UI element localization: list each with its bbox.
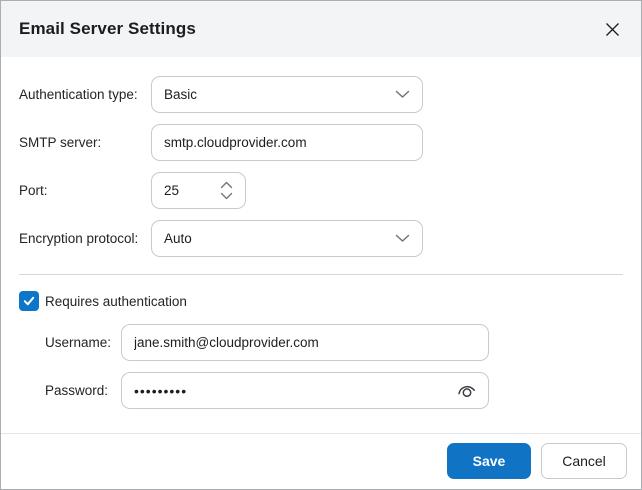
password-field-wrap xyxy=(121,372,489,409)
encryption-select[interactable]: Auto xyxy=(151,220,423,257)
encryption-row: Encryption protocol: Auto xyxy=(19,220,623,257)
username-field-wrap xyxy=(121,324,489,361)
save-button[interactable]: Save xyxy=(447,443,531,479)
check-icon xyxy=(22,294,36,308)
dialog-body: Authentication type: Basic SMTP server: … xyxy=(1,57,641,433)
requires-auth-checkbox[interactable] xyxy=(19,291,39,311)
port-stepper[interactable]: 25 xyxy=(151,172,246,209)
password-label: Password: xyxy=(45,383,121,398)
smtp-server-row: SMTP server: xyxy=(19,124,623,161)
dialog-header: Email Server Settings xyxy=(1,1,641,57)
encryption-label: Encryption protocol: xyxy=(19,231,151,246)
chevron-up-icon[interactable] xyxy=(220,181,233,189)
password-row: Password: xyxy=(45,372,623,409)
close-button[interactable] xyxy=(601,18,623,40)
smtp-server-input[interactable] xyxy=(152,125,422,160)
cancel-button[interactable]: Cancel xyxy=(541,443,627,479)
auth-type-select[interactable]: Basic xyxy=(151,76,423,113)
close-icon xyxy=(605,22,620,37)
requires-auth-row[interactable]: Requires authentication xyxy=(19,291,623,311)
auth-type-label: Authentication type: xyxy=(19,87,151,102)
dialog-footer: Save Cancel xyxy=(1,433,641,489)
email-server-settings-dialog: Email Server Settings Authentication typ… xyxy=(0,0,642,490)
chevron-down-icon xyxy=(395,234,410,243)
auth-type-value: Basic xyxy=(164,87,197,102)
port-value: 25 xyxy=(164,183,179,198)
chevron-down-icon[interactable] xyxy=(220,192,233,200)
dialog-title: Email Server Settings xyxy=(19,19,196,39)
chevron-down-icon xyxy=(395,90,410,99)
show-password-button[interactable] xyxy=(456,380,477,401)
auth-type-row: Authentication type: Basic xyxy=(19,76,623,113)
eye-icon xyxy=(456,380,477,401)
requires-auth-label: Requires authentication xyxy=(45,294,187,309)
smtp-server-label: SMTP server: xyxy=(19,135,151,150)
username-row: Username: xyxy=(45,324,623,361)
username-input[interactable] xyxy=(122,325,488,360)
smtp-server-field-wrap xyxy=(151,124,423,161)
username-label: Username: xyxy=(45,335,121,350)
encryption-value: Auto xyxy=(164,231,192,246)
port-row: Port: 25 xyxy=(19,172,623,209)
password-input[interactable] xyxy=(122,373,456,408)
section-divider xyxy=(19,274,623,275)
port-label: Port: xyxy=(19,183,151,198)
